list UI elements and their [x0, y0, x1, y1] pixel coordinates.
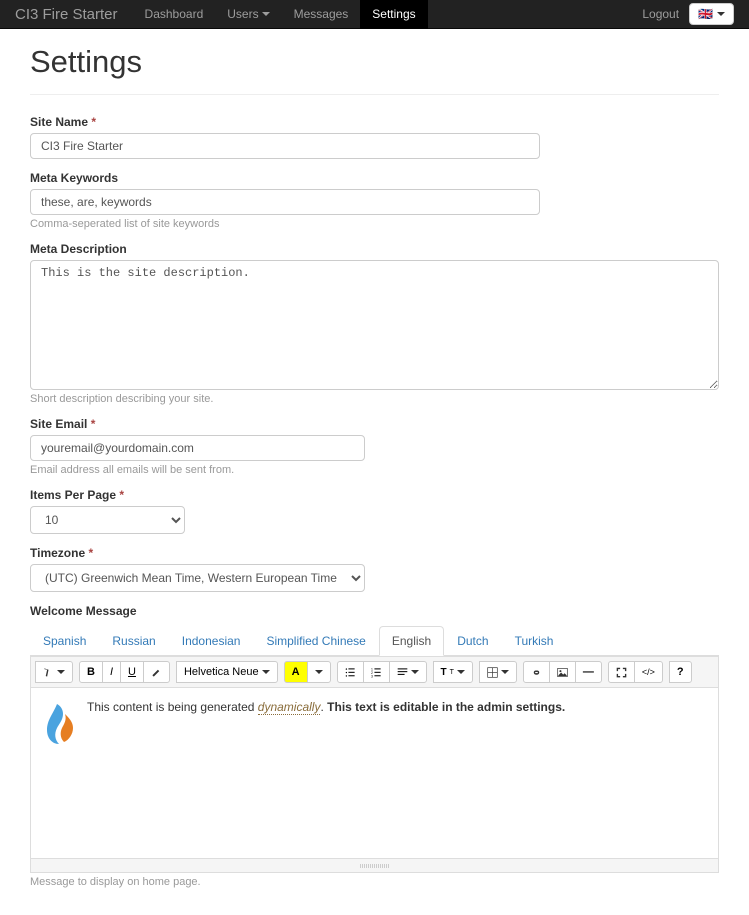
meta-keywords-input[interactable] — [30, 189, 540, 215]
nav-messages[interactable]: Messages — [282, 0, 361, 29]
language-dropdown[interactable]: 🇬🇧 — [689, 3, 734, 25]
flame-logo-icon — [43, 700, 79, 748]
tab-dutch[interactable]: Dutch — [444, 626, 501, 656]
page-title: Settings — [30, 44, 719, 80]
underline-button[interactable]: U — [120, 661, 144, 683]
meta-keywords-label: Meta Keywords — [30, 171, 719, 185]
style-dropdown[interactable] — [35, 661, 73, 683]
tab-simplified-chinese[interactable]: Simplified Chinese — [253, 626, 378, 656]
table-dropdown[interactable] — [479, 661, 517, 683]
items-per-page-label: Items Per Page * — [30, 488, 719, 502]
navbar-brand[interactable]: CI3 Fire Starter — [15, 6, 133, 23]
help-button[interactable]: ? — [669, 661, 692, 683]
fullscreen-button[interactable] — [608, 661, 635, 683]
timezone-select[interactable]: (UTC) Greenwich Mean Time, Western Europ… — [30, 564, 365, 592]
unordered-list-button[interactable] — [337, 661, 364, 683]
nav-users[interactable]: Users — [215, 0, 281, 29]
site-name-label: Site Name * — [30, 115, 719, 129]
clear-format-button[interactable] — [143, 661, 170, 683]
font-color-button[interactable]: A — [284, 661, 308, 683]
site-name-input[interactable] — [30, 133, 540, 159]
more-color-dropdown[interactable] — [307, 661, 331, 683]
site-email-label: Site Email * — [30, 417, 719, 431]
nav-dashboard[interactable]: Dashboard — [133, 0, 216, 29]
tab-russian[interactable]: Russian — [99, 626, 168, 656]
ordered-list-button[interactable]: 123 — [363, 661, 390, 683]
picture-button[interactable] — [549, 661, 576, 683]
items-per-page-select[interactable]: 10 — [30, 506, 185, 534]
welcome-message-label: Welcome Message — [30, 604, 719, 618]
flag-icon: 🇬🇧 — [698, 7, 713, 21]
nav-settings[interactable]: Settings — [360, 0, 427, 29]
line-height-dropdown[interactable]: TT — [433, 661, 473, 683]
logout-link[interactable]: Logout — [642, 7, 679, 21]
tab-indonesian[interactable]: Indonesian — [169, 626, 254, 656]
hr-button[interactable]: — — [575, 661, 602, 683]
meta-description-label: Meta Description — [30, 242, 719, 256]
tab-turkish[interactable]: Turkish — [502, 626, 567, 656]
italic-button[interactable]: I — [102, 661, 121, 683]
link-button[interactable] — [523, 661, 550, 683]
timezone-label: Timezone * — [30, 546, 719, 560]
paragraph-dropdown[interactable] — [389, 661, 427, 683]
meta-keywords-help: Comma-seperated list of site keywords — [30, 218, 719, 230]
svg-text:3: 3 — [371, 674, 373, 678]
caret-down-icon — [262, 12, 270, 16]
tab-spanish[interactable]: Spanish — [30, 626, 99, 656]
welcome-message-help: Message to display on home page. — [30, 876, 719, 888]
meta-description-textarea[interactable] — [30, 260, 719, 390]
bold-button[interactable]: B — [79, 661, 103, 683]
editor-toolbar: B I U Helvetica Neue A 123 — [31, 657, 718, 688]
site-email-help: Email address all emails will be sent fr… — [30, 464, 719, 476]
editor-content[interactable]: This content is being generated dynamica… — [31, 688, 718, 858]
site-email-input[interactable] — [30, 435, 365, 461]
font-family-dropdown[interactable]: Helvetica Neue — [176, 661, 278, 683]
meta-description-help: Short description describing your site. — [30, 393, 719, 405]
codeview-button[interactable]: </> — [634, 661, 663, 683]
caret-down-icon — [717, 12, 725, 16]
editor-resize-handle[interactable] — [31, 858, 718, 872]
tab-english[interactable]: English — [379, 626, 444, 656]
